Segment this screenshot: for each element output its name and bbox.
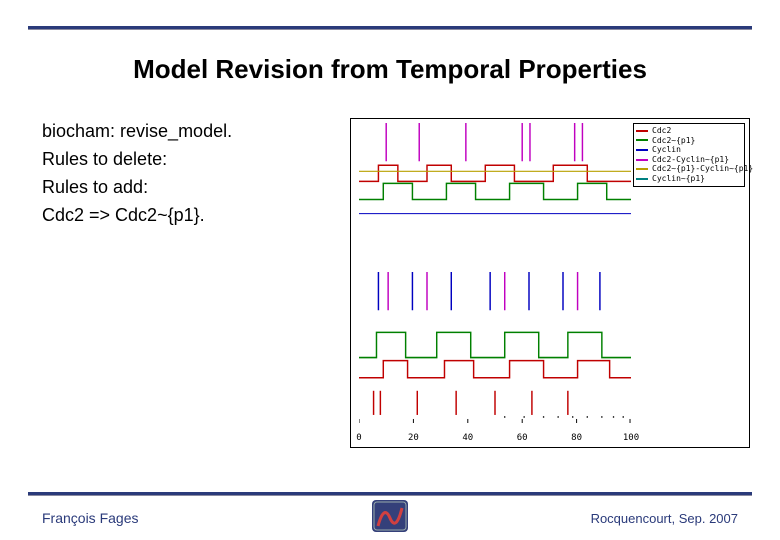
plot-legend: Cdc2 Cdc2~{p1} Cyclin Cdc2-Cyclin~{p1} C… <box>633 123 745 187</box>
legend-swatch <box>636 159 648 161</box>
trace-green-top <box>359 183 631 199</box>
body-line: Rules to delete: <box>42 146 342 172</box>
plot-panel: Cdc2 Cdc2~{p1} Cyclin Cdc2-Cyclin~{p1} C… <box>350 118 750 448</box>
legend-swatch <box>636 130 648 132</box>
plot-area <box>359 121 631 423</box>
slide-title: Model Revision from Temporal Properties <box>0 54 780 85</box>
trace-red-low <box>359 361 631 378</box>
body-line: Rules to add: <box>42 174 342 200</box>
slide: Model Revision from Temporal Properties … <box>0 0 780 540</box>
legend-label: Cdc2-Cyclin~{p1} <box>652 155 729 165</box>
trace-magenta-spikes <box>388 272 577 310</box>
legend-label: Cdc2~{p1}-Cyclin~{p1} <box>652 164 753 174</box>
trace-red-top <box>359 165 631 181</box>
xtick: 60 <box>517 433 528 443</box>
bottom-rule <box>28 492 752 496</box>
xtick: 40 <box>462 433 473 443</box>
body-line: Cdc2 => Cdc2~{p1}. <box>42 202 342 228</box>
trace-blue-spikes <box>378 272 599 310</box>
legend-item: Cdc2-Cyclin~{p1} <box>636 155 742 165</box>
logo-icon <box>370 498 410 534</box>
body-line: biocham: revise_model. <box>42 118 342 144</box>
legend-swatch <box>636 139 648 141</box>
trace-green-low <box>359 332 631 357</box>
legend-swatch <box>636 178 648 180</box>
xtick: 0 <box>356 433 361 443</box>
xtick-marks <box>359 419 630 423</box>
legend-label: Cyclin~{p1} <box>652 174 705 184</box>
body-text: biocham: revise_model. Rules to delete: … <box>42 118 342 230</box>
baseline-dots <box>504 416 624 418</box>
footer-author: François Fages <box>42 510 138 526</box>
xtick: 80 <box>571 433 582 443</box>
legend-label: Cdc2~{p1} <box>652 136 695 146</box>
footer-venue: Rocquencourt, Sep. 2007 <box>591 511 738 526</box>
legend-item: Cyclin~{p1} <box>636 174 742 184</box>
legend-item: Cyclin <box>636 145 742 155</box>
plot-svg <box>359 121 631 423</box>
x-axis: 0 20 40 60 80 100 <box>359 427 631 443</box>
legend-swatch <box>636 168 648 170</box>
legend-item: Cdc2 <box>636 126 742 136</box>
legend-label: Cyclin <box>652 145 681 155</box>
trace-magenta-top <box>386 123 582 161</box>
legend-item: Cdc2~{p1}-Cyclin~{p1} <box>636 164 742 174</box>
top-rule <box>28 26 752 30</box>
legend-label: Cdc2 <box>652 126 671 136</box>
xtick: 20 <box>408 433 419 443</box>
legend-item: Cdc2~{p1} <box>636 136 742 146</box>
trace-red-bottom-spikes <box>374 391 568 415</box>
xtick: 100 <box>623 433 639 443</box>
legend-swatch <box>636 149 648 151</box>
